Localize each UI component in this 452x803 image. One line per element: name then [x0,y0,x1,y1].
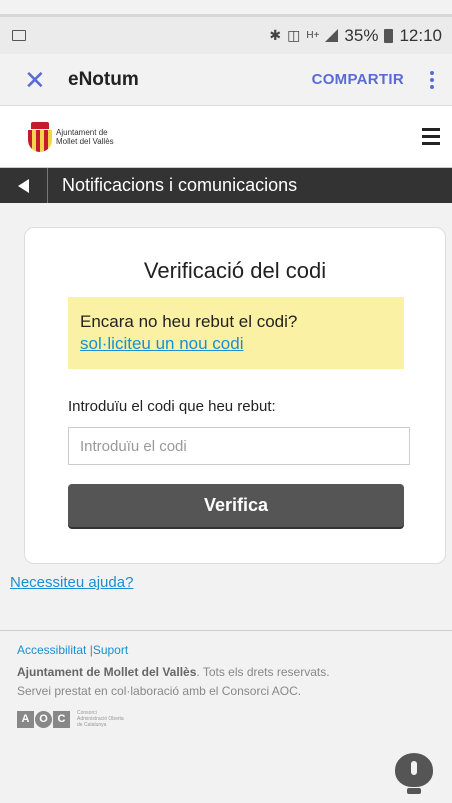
battery-percent: 35% [344,25,379,45]
verify-button[interactable]: Verifica [68,484,404,527]
bluetooth-icon: ✱ [269,27,282,43]
footer-links: Accessibilitat |Suport [17,643,435,657]
lightbulb-help-icon[interactable] [395,753,433,795]
support-link[interactable]: Suport [93,643,128,657]
gallery-icon [12,30,26,41]
code-input[interactable] [68,427,410,465]
card-title: Verificació del codi [143,258,327,283]
hamburger-icon[interactable] [422,128,440,145]
status-bar: ✱ ◫ H+ 35% 12:10 [0,14,452,54]
browser-toolbar: ✕ eNotum COMPARTIR [0,54,452,106]
site-header: Ajuntament de Mollet del Vallès [0,106,452,168]
toolbar-title: eNotum [68,68,139,90]
section-title: Notificacions i comunicacions [62,175,298,195]
municipality-logo[interactable]: Ajuntament de Mollet del Vallès [28,121,422,152]
share-button[interactable]: COMPARTIR [312,71,404,88]
verification-card: Verificació del codi Encara no heu rebut… [24,227,446,564]
network-type-label: H+ [306,30,320,41]
service-text: Servei prestat en col·laboració amb el C… [17,684,302,698]
close-icon[interactable]: ✕ [24,67,68,93]
logo-text: Ajuntament de Mollet del Vallès [56,127,114,146]
request-new-code-link[interactable]: sol·liciteu un nou codi [80,334,392,354]
accessibility-link[interactable]: Accessibilitat [17,643,86,657]
status-icons: ✱ ◫ H+ 35% 12:10 [269,26,442,46]
battery-icon [384,28,394,43]
signal-icon [325,29,339,42]
alert-text: Encara no heu rebut el codi? [80,312,298,331]
back-arrow-icon[interactable] [0,168,48,203]
coat-of-arms-icon [28,121,52,152]
more-vertical-icon[interactable] [426,70,438,89]
clock: 12:10 [399,25,442,45]
code-label: Introduïu el codi que heu rebut: [68,398,276,415]
footer: Accessibilitat |Suport Ajuntament de Mol… [0,630,452,803]
nfc-icon: ◫ [287,27,301,43]
aoc-text: Consorci Administració Oberta de Catalun… [77,710,124,728]
aoc-logo[interactable]: A O C Consorci Administració Oberta de C… [17,710,435,728]
copyright-text: Ajuntament de Mollet del Vallès. Tots el… [17,665,330,679]
code-not-received-alert: Encara no heu rebut el codi? sol·liciteu… [68,297,404,369]
help-link[interactable]: Necessiteu ajuda? [10,574,133,591]
section-nav-bar: Notificacions i comunicacions [0,168,452,203]
aoc-letters: A O C [17,710,71,728]
